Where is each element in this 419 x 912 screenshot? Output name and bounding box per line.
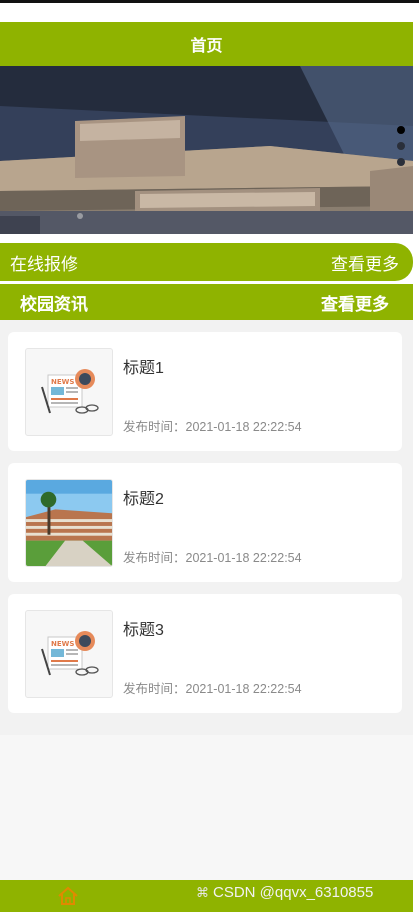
- watermark-text: CSDN @qqvx_6310855: [213, 884, 374, 901]
- news-time: 发布时间：2021-01-18 22:22:54: [123, 551, 302, 565]
- svg-text:NEWS: NEWS: [51, 378, 74, 386]
- carousel-dot[interactable]: [397, 142, 405, 150]
- repair-more-link[interactable]: 查看更多: [331, 250, 399, 275]
- banner-carousel[interactable]: [0, 66, 413, 234]
- news-more-link[interactable]: 查看更多: [321, 290, 389, 315]
- news-list: NEWS 标题1 发布时间：2021-01-18 22:22:54 标题2 发布…: [0, 320, 413, 735]
- csdn-logo-icon: ⌘: [196, 884, 209, 900]
- repair-bar: 在线报修 查看更多: [0, 243, 413, 281]
- banner-image: [0, 66, 413, 234]
- page-header: 首页: [0, 22, 413, 66]
- news-item[interactable]: 标题2 发布时间：2021-01-18 22:22:54: [8, 463, 402, 582]
- scroll-edge: [413, 22, 419, 880]
- news-section-label: 校园资讯: [20, 294, 88, 314]
- news-time: 发布时间：2021-01-18 22:22:54: [123, 420, 302, 434]
- news-item[interactable]: NEWS 标题1 发布时间：2021-01-18 22:22:54: [8, 332, 402, 451]
- news-thumbnail: [25, 479, 113, 567]
- svg-text:NEWS: NEWS: [51, 640, 74, 648]
- carousel-dots: [397, 126, 405, 166]
- newspaper-icon: NEWS: [41, 369, 99, 414]
- news-bar: 校园资讯 查看更多: [0, 284, 413, 320]
- news-time: 发布时间：2021-01-18 22:22:54: [123, 682, 302, 696]
- news-item[interactable]: NEWS 标题3 发布时间：2021-01-18 22:22:54: [8, 594, 402, 713]
- watermark: ⌘ CSDN @qqvx_6310855: [196, 884, 373, 901]
- news-thumbnail: NEWS: [25, 348, 113, 436]
- tab-home[interactable]: [0, 886, 136, 906]
- news-title: 标题1: [123, 360, 164, 377]
- home-icon: [58, 886, 78, 905]
- repair-label[interactable]: 在线报修: [10, 250, 78, 275]
- carousel-dot[interactable]: [397, 158, 405, 166]
- content-empty-area: [0, 735, 413, 880]
- newspaper-icon: NEWS: [41, 631, 99, 676]
- news-thumbnail: NEWS: [25, 610, 113, 698]
- campus-photo: [26, 480, 112, 566]
- carousel-dot-active[interactable]: [397, 126, 405, 134]
- news-title: 标题2: [123, 491, 164, 508]
- page-title: 首页: [190, 38, 223, 55]
- status-strip: [0, 0, 419, 22]
- news-title: 标题3: [123, 622, 164, 639]
